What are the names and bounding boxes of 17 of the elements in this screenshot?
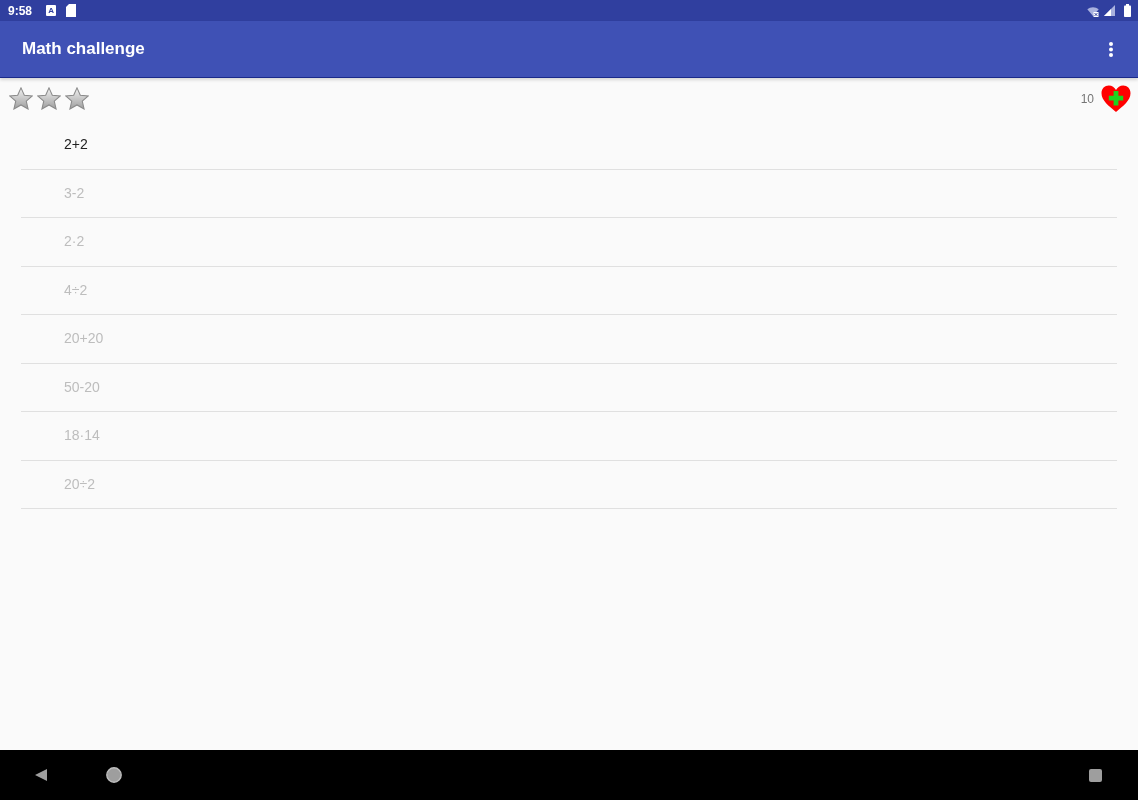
heart-plus-icon[interactable] <box>1101 85 1131 113</box>
problem-item[interactable]: 2+2 <box>21 121 1117 170</box>
lives-count: 10 <box>1080 93 1094 105</box>
notification-icon: A <box>46 5 57 16</box>
star-icon <box>65 87 89 110</box>
home-icon[interactable] <box>106 767 122 783</box>
recents-icon[interactable] <box>1089 768 1102 782</box>
menu-icon[interactable] <box>1109 41 1113 57</box>
star-icon <box>37 87 61 110</box>
battery-icon <box>1124 4 1131 17</box>
status-time: 9:58 <box>8 4 33 17</box>
sd-card-icon <box>66 4 77 17</box>
signal-icon <box>1104 5 1115 16</box>
star-icon <box>9 87 33 110</box>
app-title: Math challenge <box>22 38 145 60</box>
back-icon[interactable] <box>35 769 47 781</box>
wifi-off-icon <box>1087 4 1099 17</box>
